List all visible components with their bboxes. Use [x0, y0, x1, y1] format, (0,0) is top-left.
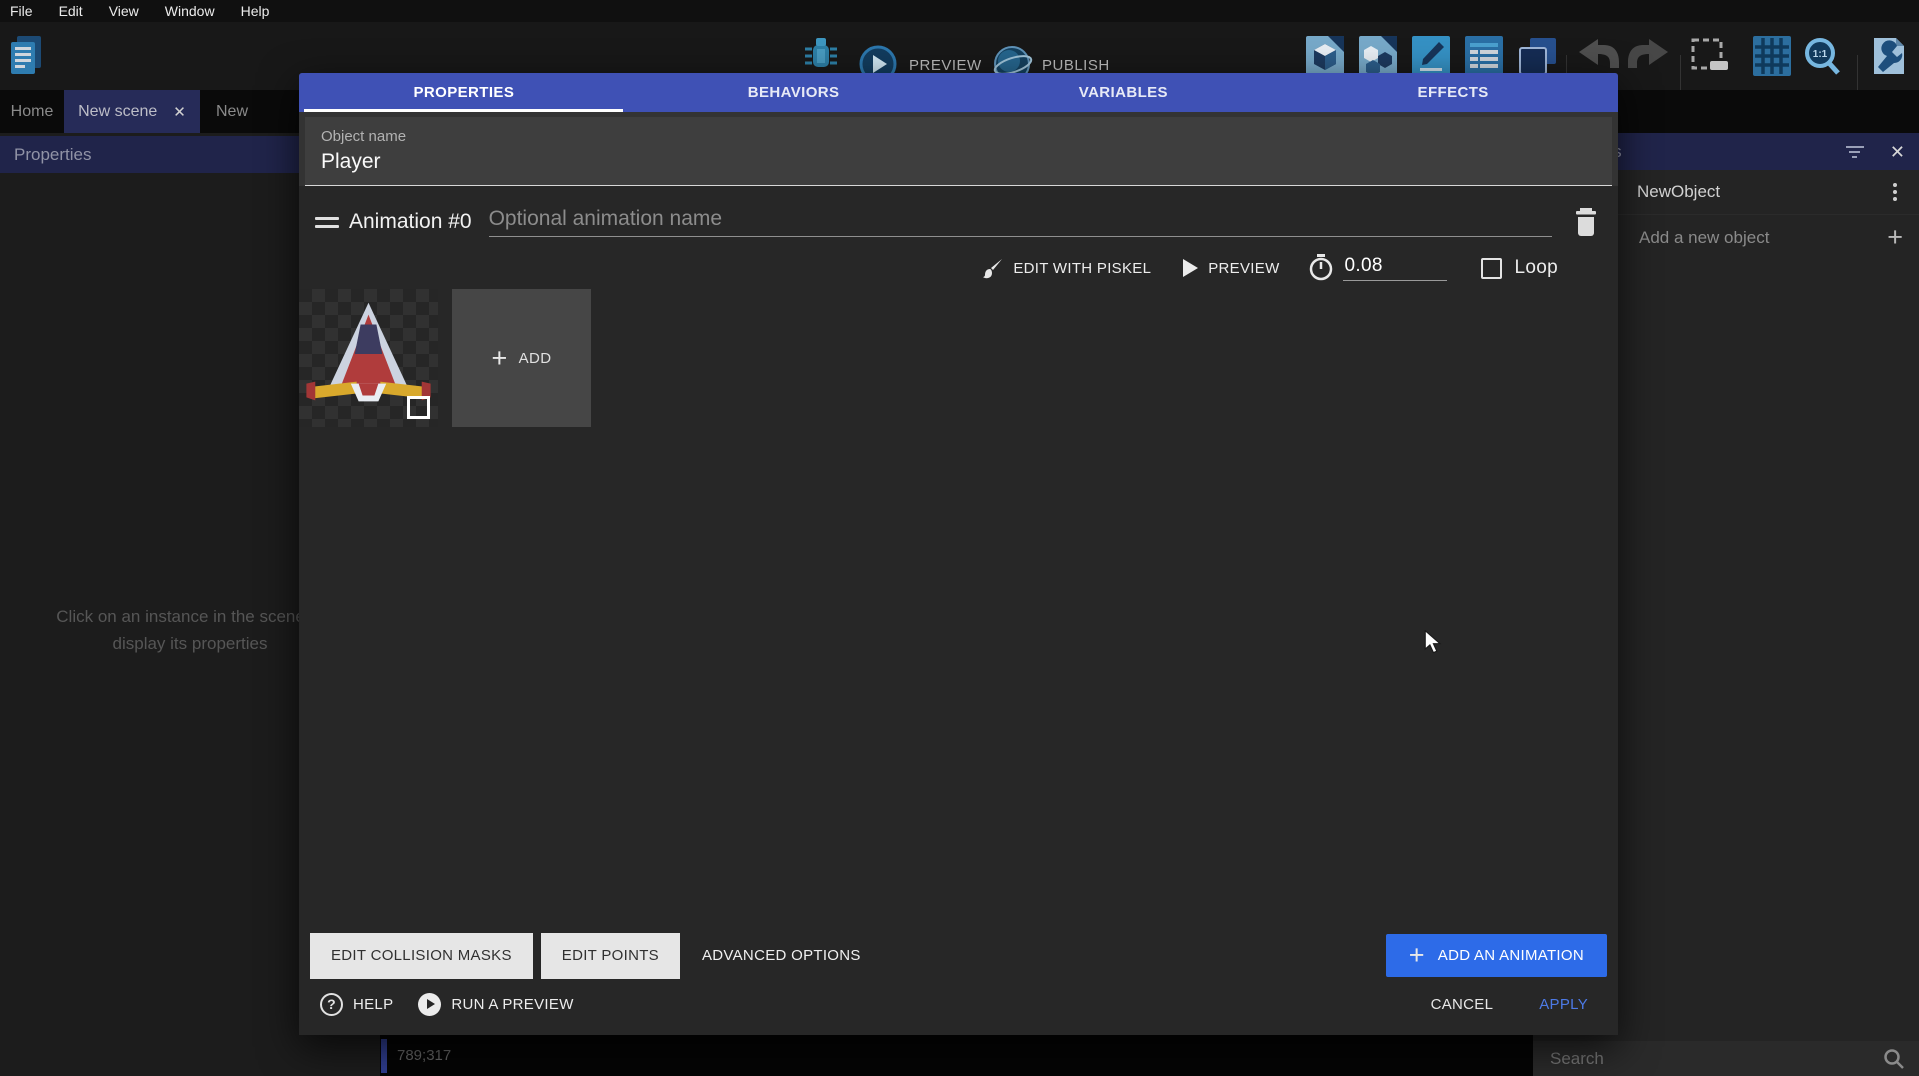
add-object-icon[interactable]	[1306, 36, 1344, 76]
timer-icon	[1308, 254, 1334, 282]
tab-behaviors[interactable]: BEHAVIORS	[629, 73, 959, 112]
help-icon: ?	[320, 993, 343, 1016]
menu-view[interactable]: View	[109, 3, 139, 19]
tab-home[interactable]: Home	[0, 90, 64, 133]
tab-new-scene[interactable]: New scene ✕	[64, 90, 200, 133]
settings-wrench-icon[interactable]	[1870, 36, 1908, 76]
menu-window[interactable]: Window	[165, 3, 215, 19]
filter-icon[interactable]	[1846, 146, 1864, 158]
publish-button[interactable]: PUBLISH	[1042, 57, 1110, 74]
mouse-cursor	[1424, 630, 1442, 654]
properties-panel-title: Properties	[14, 145, 91, 165]
loop-checkbox[interactable]	[1481, 258, 1502, 279]
object-name-input[interactable]: Player	[321, 150, 1596, 174]
drag-handle-icon[interactable]	[315, 217, 339, 228]
time-between-frames-field[interactable]: 0.08	[1308, 254, 1447, 282]
zoom-1-1-icon[interactable]: 1:1	[1802, 36, 1842, 76]
delete-animation-icon[interactable]	[1572, 206, 1600, 238]
tab-properties[interactable]: PROPERTIES	[299, 73, 629, 112]
svg-text:1:1: 1:1	[1813, 49, 1828, 60]
instances-list-icon[interactable]	[1465, 36, 1503, 76]
grid-icon[interactable]	[1753, 36, 1791, 76]
play-icon	[1181, 258, 1199, 278]
advanced-options-button[interactable]: ADVANCED OPTIONS	[688, 933, 875, 979]
tab-variables[interactable]: VARIABLES	[959, 73, 1289, 112]
animations-empty-space	[299, 427, 1618, 932]
loop-toggle[interactable]: Loop	[1481, 257, 1558, 279]
edit-points-button[interactable]: EDIT POINTS	[541, 933, 680, 979]
redo-icon[interactable]	[1627, 38, 1669, 74]
menu-bar: File Edit View Window Help	[0, 0, 1919, 22]
edit-collision-masks-button[interactable]: EDIT COLLISION MASKS	[310, 933, 533, 979]
object-item-name: NewObject	[1637, 182, 1720, 202]
menu-help[interactable]: Help	[241, 3, 270, 19]
frames-row: + ADD	[299, 289, 1618, 427]
edit-scene-icon[interactable]	[1412, 36, 1450, 76]
plus-icon: +	[491, 345, 507, 372]
objects-search-bar[interactable]: Search	[1533, 1041, 1919, 1076]
dialog-tab-bar: PROPERTIES BEHAVIORS VARIABLES EFFECTS	[299, 73, 1618, 112]
apply-button[interactable]: APPLY	[1539, 996, 1588, 1013]
cancel-button[interactable]: CANCEL	[1431, 996, 1494, 1013]
animations-list: Animation #0 Optional animation name	[299, 186, 1618, 1035]
preview-animation-button[interactable]: PREVIEW	[1181, 258, 1279, 278]
menu-edit[interactable]: Edit	[59, 3, 83, 19]
scene-status-bar: 789;317	[380, 1035, 1533, 1076]
layers-icon[interactable]	[1518, 36, 1556, 76]
undo-icon[interactable]	[1578, 38, 1620, 74]
brush-icon	[982, 257, 1004, 279]
search-icon	[1883, 1048, 1905, 1070]
preview-button[interactable]: PREVIEW	[909, 57, 982, 74]
sprite-frame-thumbnail[interactable]	[299, 289, 438, 427]
run-a-preview-button[interactable]: RUN A PREVIEW	[418, 993, 573, 1016]
add-object-label: Add a new object	[1639, 228, 1769, 248]
add-frame-label: ADD	[519, 350, 552, 367]
search-input[interactable]: Search	[1550, 1049, 1883, 1069]
delete-selection-icon[interactable]	[1690, 37, 1730, 75]
help-button[interactable]: ? HELP	[320, 993, 393, 1016]
loop-label: Loop	[1515, 257, 1558, 279]
project-manager-icon[interactable]	[8, 34, 44, 78]
add-an-animation-button[interactable]: + ADD AN ANIMATION	[1386, 934, 1607, 977]
tab-new-scene-label: New scene	[78, 103, 157, 121]
plus-icon: +	[1409, 942, 1425, 969]
dialog-actions-row: EDIT COLLISION MASKS EDIT POINTS ADVANCE…	[299, 932, 1618, 979]
dialog-footer: ? HELP RUN A PREVIEW CANCEL APPLY	[299, 979, 1618, 1035]
object-name-label: Object name	[321, 128, 1596, 145]
tab-close-icon[interactable]: ✕	[173, 103, 186, 121]
object-item-menu-icon[interactable]	[1893, 183, 1897, 201]
edit-with-piskel-button[interactable]: EDIT WITH PISKEL	[982, 257, 1151, 279]
gdevelop-app: File Edit View Window Help	[0, 0, 1919, 1076]
add-frame-button[interactable]: + ADD	[452, 289, 591, 427]
tab-effects[interactable]: EFFECTS	[1288, 73, 1618, 112]
frame-select-checkbox[interactable]	[407, 396, 430, 419]
tab-new-object[interactable]: New	[200, 90, 310, 133]
play-circle-icon	[418, 993, 441, 1016]
object-editor-dialog: PROPERTIES BEHAVIORS VARIABLES EFFECTS O…	[299, 73, 1618, 1035]
add-object-plus-icon[interactable]: +	[1887, 224, 1903, 251]
animation-controls-row: EDIT WITH PISKEL PREVIEW 0.08	[299, 238, 1618, 282]
animation-header-row: Animation #0 Optional animation name	[299, 186, 1618, 238]
animation-title: Animation #0	[349, 210, 472, 234]
animation-name-input[interactable]: Optional animation name	[489, 207, 1552, 237]
add-object-group-icon[interactable]	[1359, 36, 1397, 76]
object-name-field[interactable]: Object name Player	[305, 117, 1612, 186]
tab-new-object-label: New	[216, 103, 248, 121]
cursor-coordinates: 789;317	[397, 1047, 451, 1064]
time-between-frames-input[interactable]: 0.08	[1343, 255, 1447, 281]
panel-splitter[interactable]	[381, 1039, 387, 1073]
close-panel-icon[interactable]: ✕	[1890, 143, 1905, 161]
debug-icon[interactable]	[803, 33, 839, 73]
menu-file[interactable]: File	[10, 3, 33, 19]
tab-home-label: Home	[11, 103, 54, 121]
